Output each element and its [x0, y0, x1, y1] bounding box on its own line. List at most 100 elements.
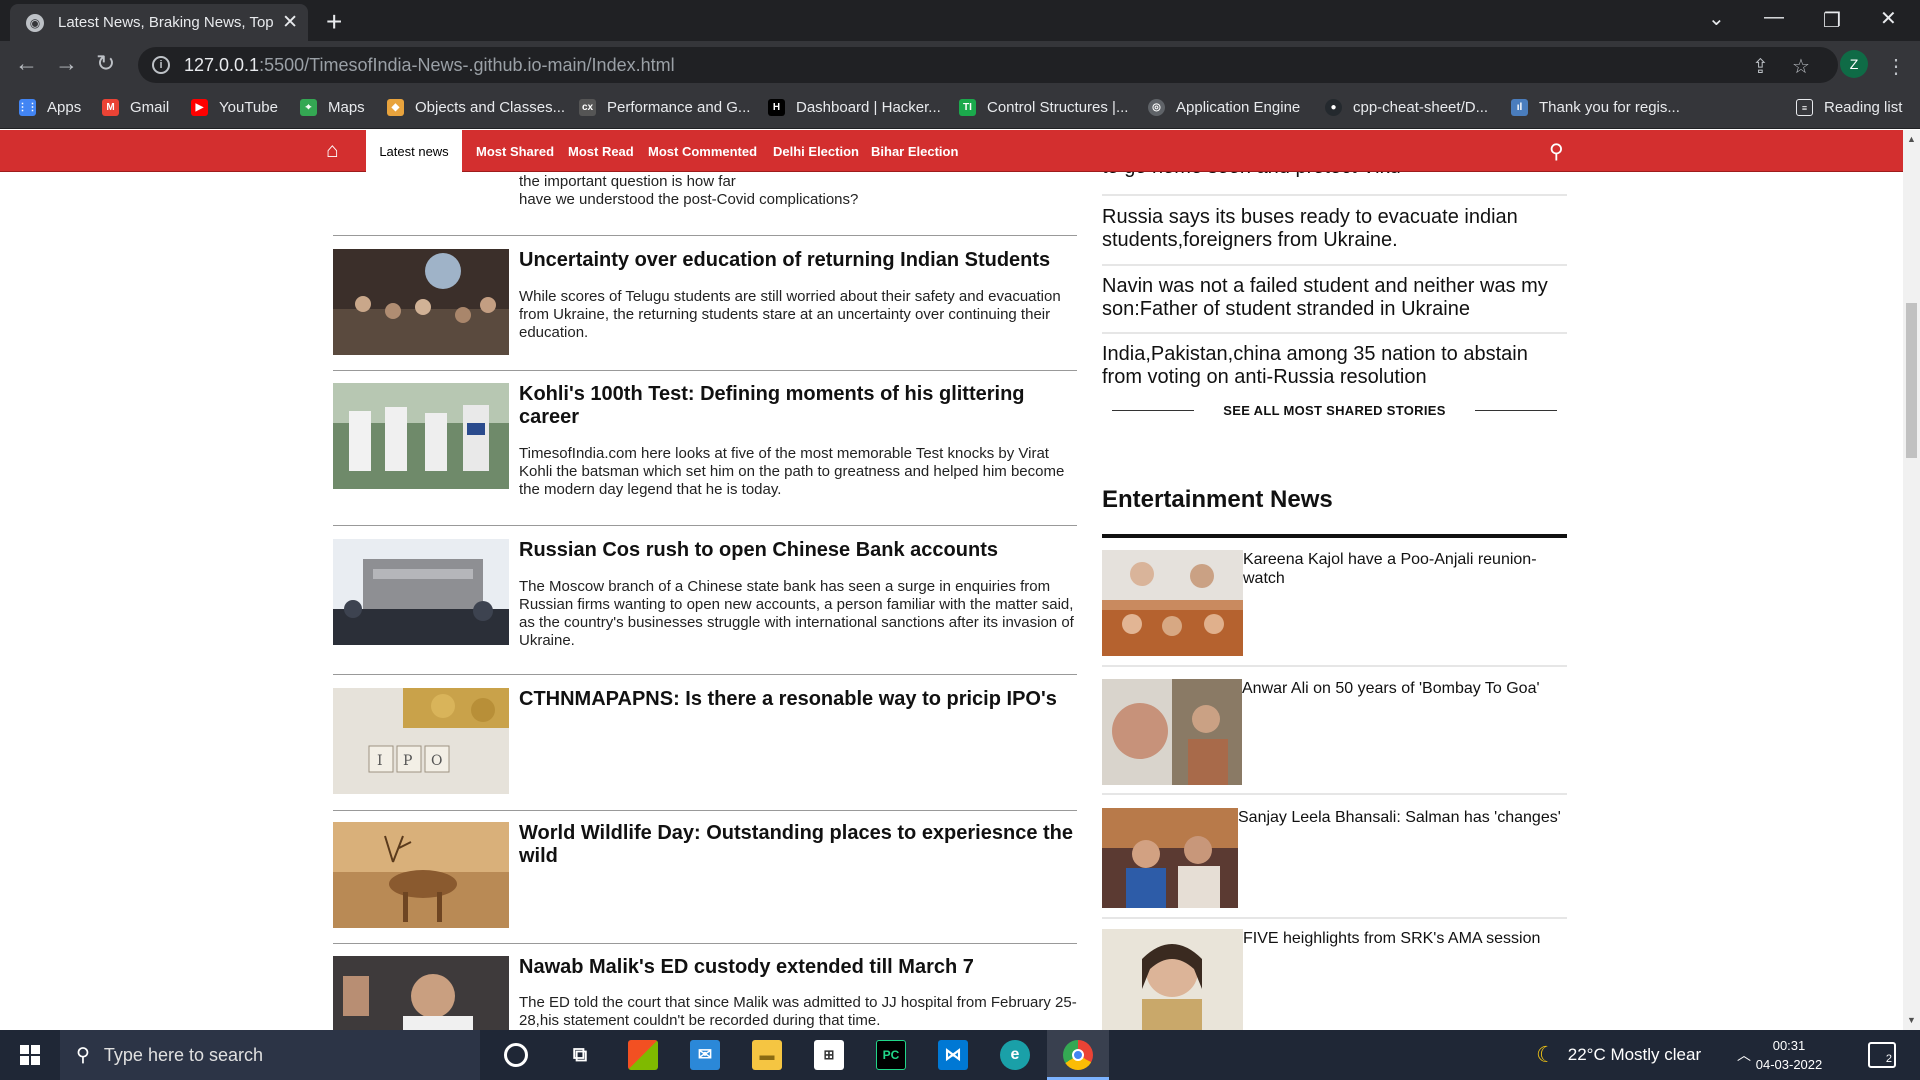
browser-tab[interactable]: ◉ Latest News, Braking News, Top N ✕: [10, 4, 308, 41]
bookmark-performance[interactable]: cx Performance and G...: [579, 99, 750, 116]
entertainment-item[interactable]: FIVE heighlights from SRK's AMA session: [1102, 929, 1567, 1030]
article-summary: The Moscow branch of a Chinese state ban…: [519, 578, 1074, 649]
vscode-icon[interactable]: ⋈: [938, 1040, 968, 1070]
article-card[interactable]: Uncertainty over education of returning …: [333, 249, 1078, 359]
entertainment-caption[interactable]: Anwar Ali on 50 years of 'Bombay To Goa': [1242, 679, 1562, 698]
see-all-rule-left: [1112, 409, 1194, 411]
nav-most-commented[interactable]: Most Commented: [648, 144, 757, 159]
tab-title: Latest News, Braking News, Top N: [58, 14, 276, 31]
edge-icon[interactable]: e: [1000, 1040, 1030, 1070]
windows-taskbar: ⚲ Type here to search ⧉ ✉ ▬ ⊞ PC ⋈ e ☾ 2…: [0, 1030, 1920, 1080]
page-icon: TI: [959, 99, 976, 116]
nav-bihar-election[interactable]: Bihar Election: [871, 144, 958, 159]
new-tab-button[interactable]: +: [326, 8, 342, 36]
bookmark-cpp-cheat-sheet[interactable]: ● cpp-cheat-sheet/D...: [1325, 99, 1488, 116]
microsoft-store-apps-icon[interactable]: [628, 1040, 658, 1070]
tab-search-icon[interactable]: ⌄: [1708, 6, 1725, 31]
nav-latest-news[interactable]: Latest news: [366, 130, 462, 173]
page-scrollbar[interactable]: ▲ ▼: [1903, 130, 1920, 1030]
entertainment-caption[interactable]: Kareena Kajol have a Poo-Anjali reunion-…: [1243, 550, 1563, 588]
nav-most-read[interactable]: Most Read: [568, 144, 634, 159]
search-icon[interactable]: ⚲: [1549, 139, 1564, 164]
bookmark-star-icon[interactable]: ☆: [1792, 54, 1810, 79]
most-shared-item[interactable]: Russia says its buses ready to evacuate …: [1102, 206, 1567, 252]
nav-most-shared[interactable]: Most Shared: [476, 144, 554, 159]
article-headline[interactable]: Kohli's 100th Test: Defining moments of …: [519, 383, 1079, 429]
bookmarks-bar: ⋮⋮ Apps M Gmail ▶ YouTube ⌖ Maps ◆ Objects an…: [0, 89, 1920, 129]
youtube-icon: ▶: [191, 99, 208, 116]
search-icon: ⚲: [76, 1044, 90, 1066]
article-card[interactable]: Kohli's 100th Test: Defining moments of …: [333, 383, 1079, 498]
notification-center-icon[interactable]: 2: [1868, 1042, 1896, 1068]
profile-avatar[interactable]: Z: [1840, 50, 1868, 78]
bookmark-apps[interactable]: ⋮⋮ Apps: [18, 99, 81, 116]
close-window-button[interactable]: ✕: [1880, 6, 1897, 31]
entertainment-title-rule: [1102, 534, 1567, 538]
most-shared-separator: [1102, 332, 1567, 334]
back-button[interactable]: ←: [15, 50, 38, 77]
article-card[interactable]: I P O CTHNMAPAPNS: Is there a resonable …: [333, 688, 1078, 798]
bookmark-gmail[interactable]: M Gmail: [102, 99, 169, 116]
nav-delhi-election[interactable]: Delhi Election: [773, 144, 859, 159]
taskbar-search-box[interactable]: ⚲ Type here to search: [60, 1030, 480, 1080]
reading-list-button[interactable]: ≡ Reading list: [1796, 99, 1902, 116]
cortana-icon[interactable]: [504, 1043, 528, 1067]
mail-icon[interactable]: ✉: [690, 1040, 720, 1070]
close-tab-icon[interactable]: ✕: [282, 13, 298, 32]
most-shared-item[interactable]: Navin was not a failed student and neith…: [1102, 275, 1567, 321]
restore-button[interactable]: ❐: [1823, 8, 1841, 33]
bookmark-youtube[interactable]: ▶ YouTube: [191, 99, 278, 116]
article-card[interactable]: Nawab Malik's ED custody extended till M…: [333, 956, 1078, 1030]
chrome-icon[interactable]: [1063, 1040, 1093, 1070]
clock-date: 04-03-2022: [1755, 1057, 1823, 1072]
bookmark-application-engine[interactable]: ◎ Application Engine: [1148, 99, 1300, 116]
see-all-rule-right: [1475, 409, 1557, 411]
minimize-button[interactable]: —: [1764, 6, 1784, 29]
article-divider: [333, 943, 1077, 944]
share-icon[interactable]: ⇪: [1752, 54, 1769, 79]
taskbar-clock[interactable]: 00:31 04-03-2022: [1745, 1036, 1833, 1074]
bookmark-control-structures[interactable]: TI Control Structures |...: [959, 99, 1128, 116]
entertainment-item[interactable]: Kareena Kajol have a Poo-Anjali reunion-…: [1102, 550, 1567, 656]
site-nav-bar: ⌂ Latest news Most Shared Most Read Most…: [0, 130, 1903, 173]
url-path: :5500/TimesofIndia-News-.github.io-main/…: [259, 54, 675, 75]
article-headline[interactable]: Russian Cos rush to open Chinese Bank ac…: [519, 539, 1079, 562]
entertainment-item[interactable]: Sanjay Leela Bhansali: Salman has 'chang…: [1102, 808, 1567, 908]
scroll-down-arrow-icon[interactable]: ▼: [1907, 1015, 1916, 1025]
weather-widget[interactable]: ☾ 22°C Mostly clear: [1536, 1030, 1701, 1080]
menu-kebab-icon[interactable]: ⋮: [1886, 54, 1906, 79]
pycharm-icon[interactable]: PC: [876, 1040, 906, 1070]
entertainment-caption[interactable]: Sanjay Leela Bhansali: Salman has 'chang…: [1238, 808, 1568, 827]
article-headline[interactable]: CTHNMAPAPNS: Is there a resonable way to…: [519, 688, 1079, 711]
site-info-icon[interactable]: i: [152, 56, 170, 74]
file-explorer-icon[interactable]: ▬: [752, 1040, 782, 1070]
article-thumbnail: [333, 383, 509, 489]
entertainment-item[interactable]: Anwar Ali on 50 years of 'Bombay To Goa': [1102, 679, 1567, 785]
article-headline[interactable]: Nawab Malik's ED custody extended till M…: [519, 956, 1079, 979]
article-divider: [333, 235, 1077, 236]
entertainment-thumbnail: [1102, 808, 1238, 908]
article-headline[interactable]: Uncertainty over education of returning …: [519, 249, 1079, 272]
most-shared-item[interactable]: India,Pakistan,china among 35 nation to …: [1102, 343, 1567, 389]
store-icon[interactable]: ⊞: [814, 1040, 844, 1070]
forward-button[interactable]: →: [55, 50, 78, 77]
article-divider: [333, 370, 1077, 371]
article-headline[interactable]: World Wildlife Day: Outstanding places t…: [519, 822, 1079, 868]
bookmark-objects-classes[interactable]: ◆ Objects and Classes...: [387, 99, 565, 116]
see-all-most-shared-link[interactable]: SEE ALL MOST SHARED STORIES: [1112, 400, 1557, 420]
article-card[interactable]: World Wildlife Day: Outstanding places t…: [333, 822, 1078, 932]
start-button[interactable]: [0, 1030, 60, 1080]
bookmark-thank-you[interactable]: ıl Thank you for regis...: [1511, 99, 1680, 116]
entertainment-caption[interactable]: FIVE heighlights from SRK's AMA session: [1243, 929, 1563, 948]
bookmark-hackerrank[interactable]: H Dashboard | Hacker...: [768, 99, 941, 116]
task-view-icon[interactable]: ⧉: [565, 1040, 595, 1070]
article-card[interactable]: Russian Cos rush to open Chinese Bank ac…: [333, 539, 1078, 649]
scroll-up-arrow-icon[interactable]: ▲: [1907, 134, 1916, 144]
maps-icon: ⌖: [300, 99, 317, 116]
bookmark-maps[interactable]: ⌖ Maps: [300, 99, 365, 116]
home-icon[interactable]: ⌂: [326, 139, 339, 163]
address-bar[interactable]: i 127.0.0.1:5500/TimesofIndia-News-.gith…: [138, 47, 1838, 83]
scrollbar-thumb[interactable]: [1906, 303, 1917, 458]
reload-button[interactable]: ↻: [96, 50, 115, 77]
article-summary: While scores of Telugu students are stil…: [519, 288, 1061, 341]
